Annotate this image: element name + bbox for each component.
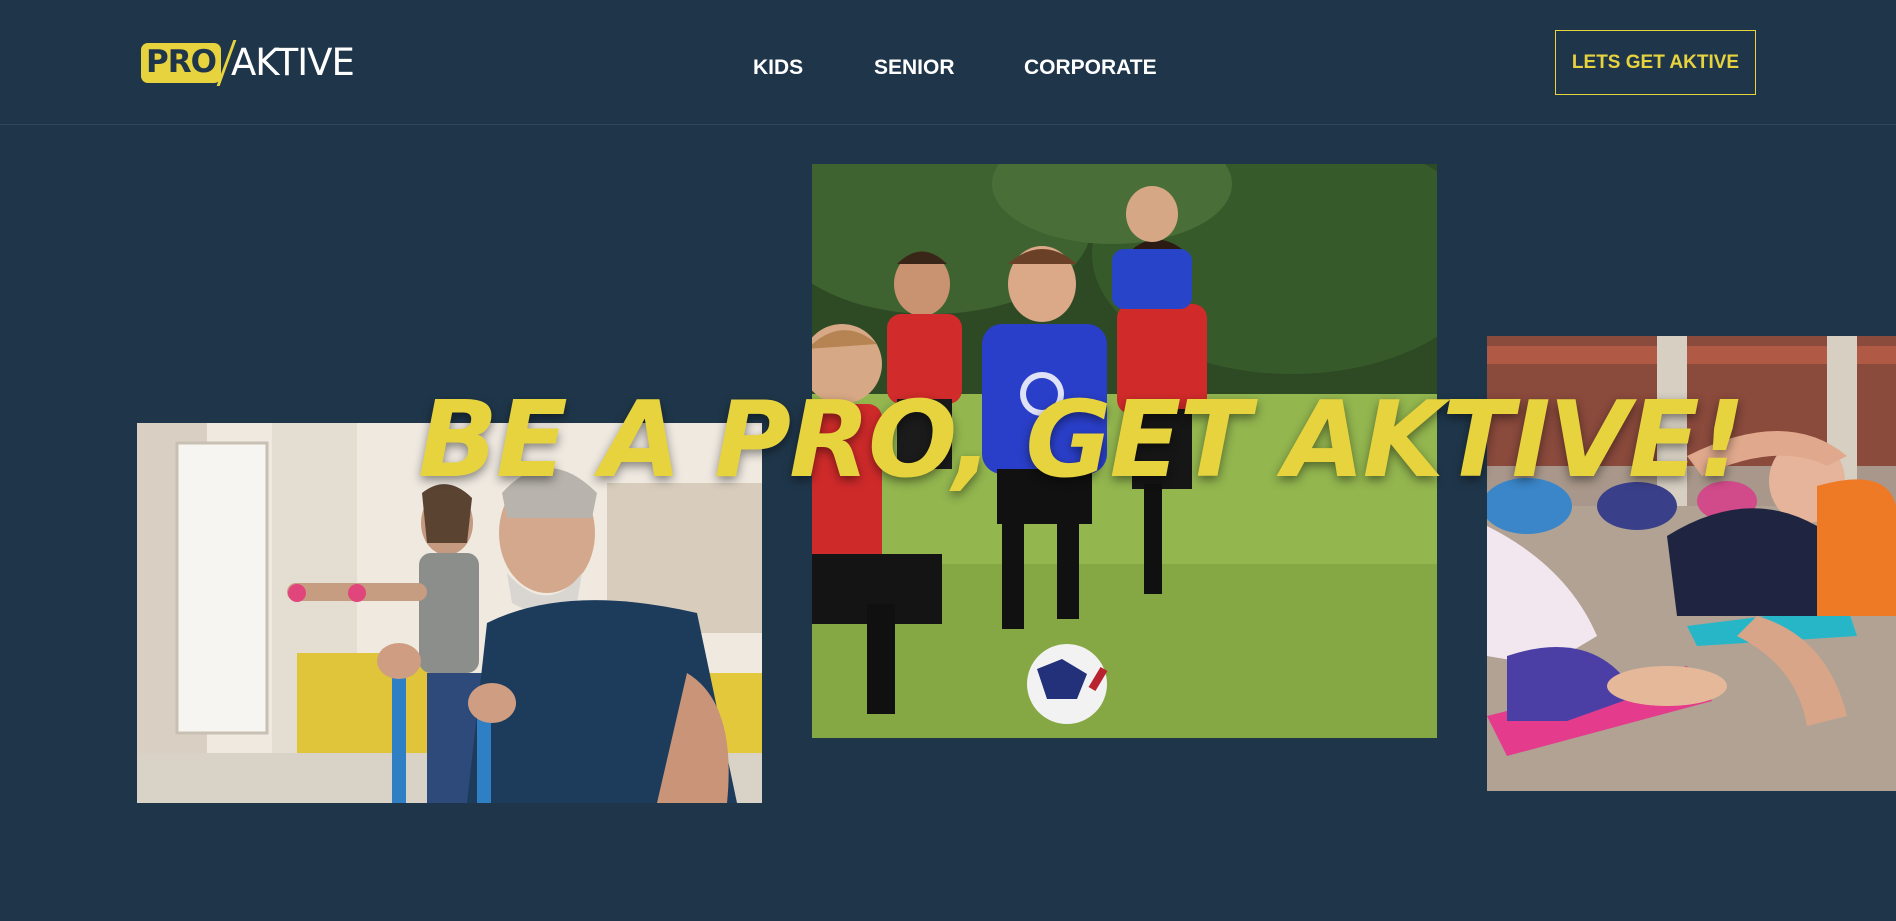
- logo[interactable]: PRO AKTIVE: [141, 38, 355, 88]
- nav-item-kids[interactable]: KIDS: [753, 54, 803, 82]
- nav-item-senior[interactable]: SENIOR: [874, 54, 955, 82]
- hero-headline: BE A PRO, GET AKTIVE!: [418, 379, 1746, 501]
- lets-get-aktive-button[interactable]: LETS GET AKTIVE: [1555, 30, 1756, 95]
- site-header: PRO AKTIVE KIDS SENIOR CORPORATE LETS GE…: [0, 0, 1896, 125]
- logo-aktive-text: AKTIVE: [230, 41, 355, 84]
- nav-item-corporate[interactable]: CORPORATE: [1024, 54, 1157, 82]
- logo-pro-badge: PRO: [141, 43, 221, 83]
